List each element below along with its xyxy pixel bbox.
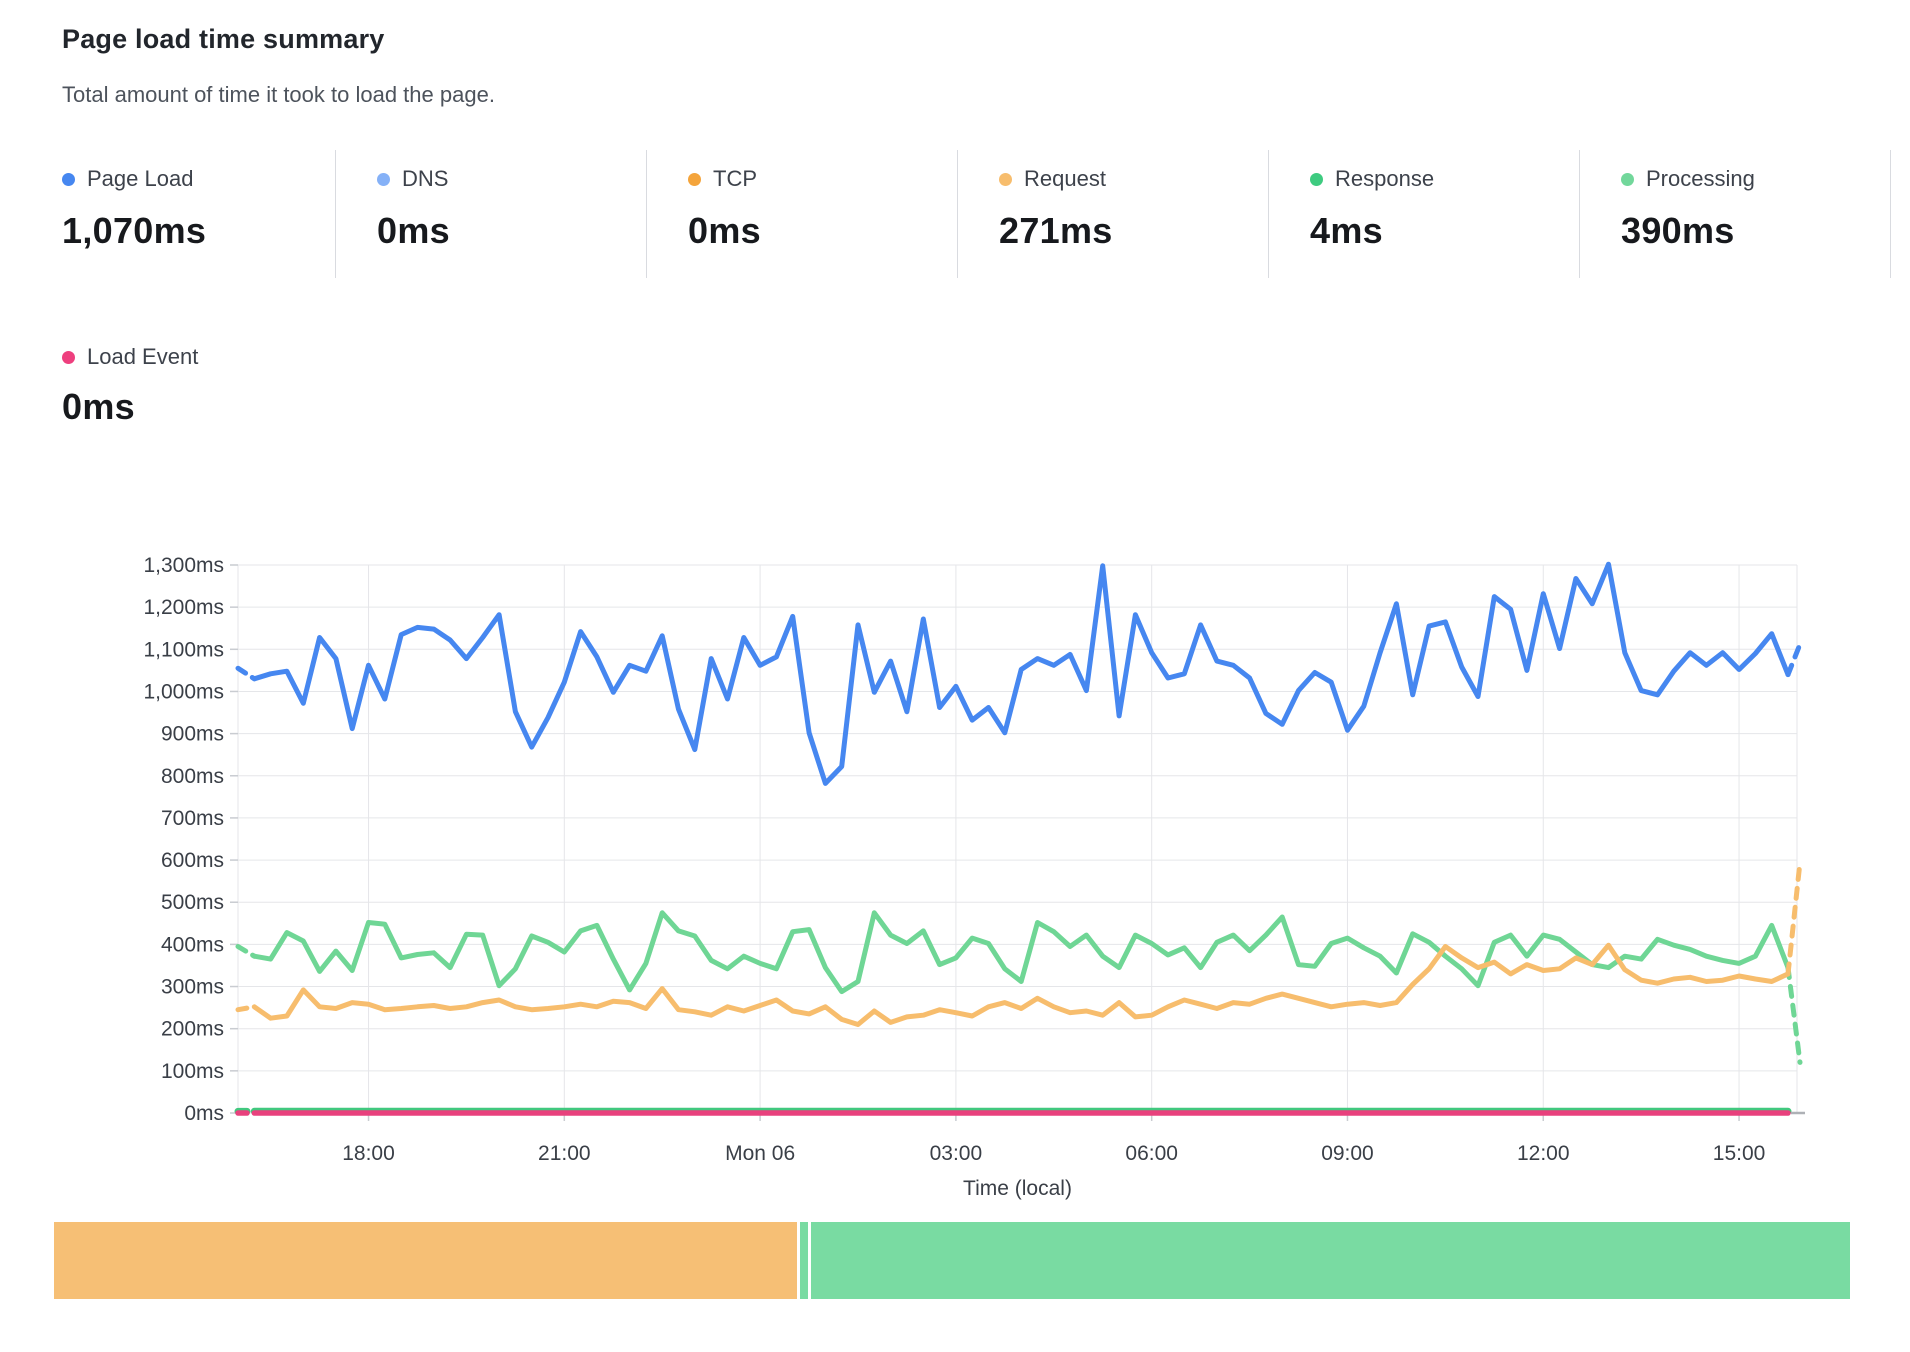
metric-label: Page Load (87, 166, 193, 192)
y-tick-label: 1,000ms (143, 680, 224, 703)
metric-load-event[interactable]: Load Event 0ms (62, 344, 198, 428)
x-tick-label: 18:00 (342, 1142, 395, 1165)
series-processing-lead-dash (238, 946, 254, 956)
series-request-trail-dash (1788, 862, 1800, 974)
metric-label: Request (1024, 166, 1106, 192)
metric-value: 390ms (1621, 210, 1890, 252)
x-tick-label: 03:00 (930, 1142, 983, 1165)
y-tick-label: 0ms (184, 1102, 224, 1125)
y-tick-label: 700ms (161, 807, 224, 830)
page-load-legend-dot-icon (62, 173, 75, 186)
metric-value: 0ms (688, 210, 957, 252)
metric-label: TCP (713, 166, 757, 192)
series-page_load-line (254, 564, 1788, 783)
y-tick-label: 900ms (161, 723, 224, 746)
series-processing-line (254, 913, 1788, 992)
metric-request[interactable]: Request 271ms (958, 150, 1269, 278)
metric-value: 0ms (377, 210, 646, 252)
series-request-line (254, 945, 1788, 1024)
tcp-legend-dot-icon (688, 173, 701, 186)
series-page_load (238, 564, 1800, 783)
metric-value: 1,070ms (62, 210, 335, 252)
x-tick-label: 09:00 (1321, 1142, 1374, 1165)
metric-tcp[interactable]: TCP 0ms (647, 150, 958, 278)
y-tick-label: 100ms (161, 1060, 224, 1083)
response-legend-dot-icon (1310, 173, 1323, 186)
x-tick-label: Mon 06 (725, 1142, 795, 1165)
x-tick-label: 12:00 (1517, 1142, 1570, 1165)
page-subtitle: Total amount of time it took to load the… (62, 82, 495, 108)
metric-value: 4ms (1310, 210, 1579, 252)
metric-value: 271ms (999, 210, 1268, 252)
timeseries-chart[interactable]: 0ms 100ms 200ms 300ms 400ms 500ms 600ms 700ms 80… (54, 528, 1858, 1200)
x-tick-label: 06:00 (1125, 1142, 1178, 1165)
series-page_load-lead-dash (238, 668, 254, 679)
load-event-legend-dot-icon (62, 351, 75, 364)
series-processing-trail-dash (1788, 968, 1800, 1063)
y-tick-label: 1,200ms (143, 596, 224, 619)
metric-dns[interactable]: DNS 0ms (336, 150, 647, 278)
y-tick-label: 600ms (161, 849, 224, 872)
series-processing (238, 913, 1800, 1063)
y-tick-label: 1,100ms (143, 638, 224, 661)
metric-page-load[interactable]: Page Load 1,070ms (62, 150, 336, 278)
y-tick-label: 200ms (161, 1018, 224, 1041)
dns-legend-dot-icon (377, 173, 390, 186)
status-orange-segment[interactable] (54, 1222, 797, 1299)
x-axis-title: Time (local) (963, 1177, 1072, 1200)
metric-response[interactable]: Response 4ms (1269, 150, 1580, 278)
metric-label: Load Event (87, 344, 198, 370)
metric-label: Response (1335, 166, 1434, 192)
x-tick-label: 15:00 (1713, 1142, 1766, 1165)
request-legend-dot-icon (999, 173, 1012, 186)
processing-legend-dot-icon (1621, 173, 1634, 186)
metric-label: Processing (1646, 166, 1755, 192)
status-green-sliver[interactable] (800, 1222, 808, 1299)
y-tick-label: 800ms (161, 765, 224, 788)
metric-value: 0ms (62, 386, 198, 428)
y-tick-label: 1,300ms (143, 554, 224, 577)
status-green-segment[interactable] (811, 1222, 1850, 1299)
page-title: Page load time summary (62, 24, 385, 55)
y-tick-label: 400ms (161, 933, 224, 956)
metric-label: DNS (402, 166, 448, 192)
x-tick-label: 21:00 (538, 1142, 591, 1165)
series-page_load-trail-dash (1788, 644, 1800, 674)
status-timeline (54, 1222, 1857, 1299)
y-tick-label: 300ms (161, 976, 224, 999)
y-tick-label: 500ms (161, 891, 224, 914)
metrics-row: Page Load 1,070ms DNS 0ms TCP 0ms Reques… (62, 150, 1891, 278)
metric-processing[interactable]: Processing 390ms (1580, 150, 1891, 278)
chart-gridlines (238, 565, 1797, 1113)
